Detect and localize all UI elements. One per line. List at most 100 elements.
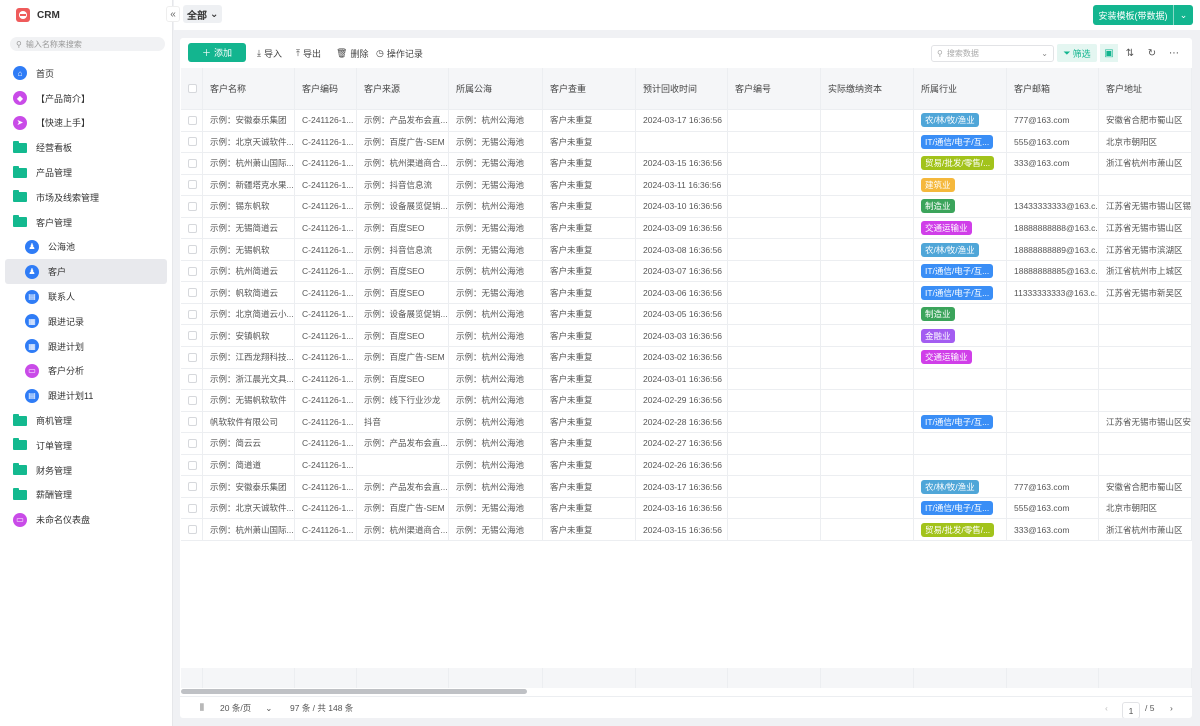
data-search-input[interactable]: ⚲ 搜索数据 ⌄ — [931, 45, 1054, 62]
sidebar-item-15[interactable]: 订单管理 — [5, 433, 167, 458]
app-logo[interactable]: CRM — [16, 8, 60, 22]
columns-icon[interactable]: ⫼ — [200, 702, 204, 713]
column-header[interactable]: 预计回收时间 — [636, 68, 728, 109]
table-row[interactable]: 示例：杭州简道云 C-241126-1... 示例：百度SEO 示例：杭州公海池 客户未… — [181, 260, 1192, 283]
table-row[interactable]: 示例：浙江晨光文具... C-241126-1... 示例：百度SEO 示例：杭州公海… — [181, 368, 1192, 391]
row-checkbox-cell[interactable] — [181, 411, 203, 433]
column-header[interactable]: 客户地址 — [1099, 68, 1192, 109]
column-header[interactable]: 实际缴纳资本 — [821, 68, 914, 109]
checkbox[interactable] — [188, 137, 197, 147]
table-row[interactable]: 示例：北京简道云小... C-241126-1... 示例：设备展览促销... 示例：… — [181, 303, 1192, 326]
install-template-button[interactable]: 安装模板(带数据) ⌄ — [1093, 5, 1193, 25]
checkbox[interactable] — [188, 460, 197, 470]
table-row[interactable]: 示例：安镇帆软 C-241126-1... 示例：百度SEO 示例：杭州公海池 客户未重… — [181, 325, 1192, 348]
table-row[interactable]: 示例：杭州萧山国际... C-241126-1... 示例：杭州渠道商合... 示例：… — [181, 519, 1192, 541]
sidebar-item-7[interactable]: ♟ 公海池 — [5, 235, 167, 260]
sidebar-item-8[interactable]: ♟ 客户 — [5, 259, 167, 285]
chevron-down-icon[interactable]: ⌄ — [1173, 5, 1193, 25]
row-checkbox-cell[interactable] — [181, 497, 203, 519]
sidebar-item-6[interactable]: 客户管理 — [5, 210, 167, 235]
prev-page-icon[interactable]: ‹ — [1105, 703, 1108, 713]
row-checkbox-cell[interactable] — [181, 260, 203, 282]
sidebar-item-18[interactable]: ▭ 未命名仪表盘 — [5, 507, 167, 532]
column-header[interactable]: 所属行业 — [914, 68, 1007, 109]
sidebar-item-10[interactable]: ▦ 跟进记录 — [5, 309, 167, 334]
column-header[interactable]: 客户来源 — [357, 68, 449, 109]
column-header[interactable]: 客户编号 — [728, 68, 821, 109]
sidebar-item-17[interactable]: 薪酬管理 — [5, 483, 167, 508]
checkbox[interactable] — [188, 309, 197, 319]
column-header[interactable]: 客户查重 — [543, 68, 636, 109]
table-row[interactable]: 示例：简云云 C-241126-1... 示例：产品发布会直... 示例：杭州公海池客… — [181, 433, 1192, 455]
sidebar-item-12[interactable]: ▭ 客户分析 — [5, 359, 167, 384]
sidebar-item-9[interactable]: ▤ 联系人 — [5, 284, 167, 309]
checkbox[interactable] — [188, 158, 197, 168]
horizontal-scrollbar[interactable] — [181, 689, 527, 694]
sidebar-search-input[interactable]: ⚲ 输入名称来搜索 — [10, 37, 165, 51]
collapse-sidebar-icon[interactable]: « — [166, 6, 180, 22]
checkbox[interactable] — [188, 438, 197, 448]
row-checkbox-cell[interactable] — [181, 217, 203, 239]
sidebar-item-13[interactable]: ▤ 跟进计划11 — [5, 383, 167, 408]
column-header[interactable]: 客户邮箱 — [1007, 68, 1099, 109]
checkbox[interactable] — [188, 417, 197, 427]
row-checkbox-cell[interactable] — [181, 153, 203, 174]
checkbox[interactable] — [188, 288, 197, 298]
row-checkbox-cell[interactable] — [181, 519, 203, 540]
row-checkbox-cell[interactable] — [181, 239, 203, 260]
checkbox[interactable] — [188, 482, 197, 492]
table-row[interactable]: 示例：无锡帆软 C-241126-1... 示例：抖音信息流 示例：无锡公海池 客户未重… — [181, 239, 1192, 261]
checkbox[interactable] — [188, 201, 197, 211]
checkbox[interactable] — [188, 395, 197, 405]
table-row[interactable]: 示例：北京天诚软件... C-241126-1... 示例：百度广告-SEM 示例：无… — [181, 131, 1192, 154]
table-row[interactable]: 示例：安徽泰乐集团 C-241126-1... 示例：产品发布会直... 示例：杭州公… — [181, 476, 1192, 498]
more-icon[interactable]: ⋯ — [1165, 44, 1183, 62]
table-row[interactable]: 示例：杭州萧山国际... C-241126-1... 示例：杭州渠道商合... 示例：… — [181, 153, 1192, 175]
table-row[interactable]: 示例：帆软简道云 C-241126-1... 示例：百度SEO 示例：无锡公海池 客户未… — [181, 282, 1192, 304]
checkbox[interactable] — [188, 331, 197, 341]
sidebar-item-5[interactable]: 市场及线索管理 — [5, 185, 167, 210]
table-row[interactable]: 示例：无锡帆软软件 C-241126-1... 示例：线下行业沙龙 示例：杭州公海池客… — [181, 390, 1192, 412]
chevron-down-icon[interactable]: ⌄ — [1041, 49, 1048, 58]
select-all-checkbox[interactable] — [181, 68, 203, 109]
table-row[interactable]: 示例：锡东帆软 C-241126-1... 示例：设备展览促销... 示例：杭州公海池… — [181, 196, 1192, 218]
checkbox[interactable] — [188, 352, 197, 362]
checkbox[interactable] — [188, 374, 197, 384]
add-button[interactable]: ＋添加 — [188, 43, 246, 62]
row-checkbox-cell[interactable] — [181, 196, 203, 217]
card-view-icon[interactable]: ▣ — [1100, 44, 1118, 62]
page-size-select[interactable]: 20 条/页 ⌄ — [220, 702, 272, 714]
table-row[interactable]: 示例：江西龙翔科技... C-241126-1... 示例：百度广告-SEM 示例：杭… — [181, 347, 1192, 369]
row-checkbox-cell[interactable] — [181, 390, 203, 411]
sidebar-item-11[interactable]: ▦ 跟进计划 — [5, 334, 167, 359]
row-checkbox-cell[interactable] — [181, 131, 203, 153]
column-header[interactable]: 所属公海 — [449, 68, 543, 109]
sidebar-item-1[interactable]: ◆ 【产品简介】 — [5, 86, 167, 111]
checkbox[interactable] — [188, 84, 197, 93]
row-checkbox-cell[interactable] — [181, 325, 203, 347]
table-row[interactable]: 示例：新疆塔克水果... C-241126-1... 示例：抖音信息流 示例：无锡公海… — [181, 174, 1192, 197]
checkbox[interactable] — [188, 525, 197, 535]
import-button[interactable]: ⤓ 导入 — [257, 47, 282, 60]
row-checkbox-cell[interactable] — [181, 433, 203, 454]
table-row[interactable]: 帆软软件有限公司 C-241126-1... 抖音 示例：杭州公海池 客户未重复 2024… — [181, 411, 1192, 434]
table-row[interactable]: 示例：简道道 C-241126-1... 示例：杭州公海池 客户未重复 2024-02-… — [181, 454, 1192, 477]
row-checkbox-cell[interactable] — [181, 303, 203, 325]
column-header[interactable]: 客户名称 — [203, 68, 295, 109]
table-row[interactable]: 示例：无锡简道云 C-241126-1... 示例：百度SEO 示例：无锡公海池 客户未… — [181, 217, 1192, 240]
row-checkbox-cell[interactable] — [181, 347, 203, 368]
page-number-input[interactable]: 1 — [1122, 702, 1140, 718]
sidebar-item-2[interactable]: ➤ 【快速上手】 — [5, 111, 167, 136]
refresh-icon[interactable]: ↻ — [1143, 44, 1161, 62]
operation-log-button[interactable]: ◷ 操作记录 — [376, 47, 423, 60]
sidebar-item-4[interactable]: 产品管理 — [5, 160, 167, 185]
checkbox[interactable] — [188, 503, 197, 513]
sidebar-item-16[interactable]: 财务管理 — [5, 458, 167, 483]
checkbox[interactable] — [188, 245, 197, 255]
checkbox[interactable] — [188, 223, 197, 233]
table-row[interactable]: 示例：安徽泰乐集团 C-241126-1... 示例：产品发布会直... 示例：杭州公… — [181, 110, 1192, 132]
row-checkbox-cell[interactable] — [181, 282, 203, 303]
sort-icon[interactable]: ⇅ — [1121, 44, 1139, 62]
export-button[interactable]: ⤒ 导出 — [296, 47, 321, 60]
column-header[interactable]: 客户编码 — [295, 68, 357, 109]
